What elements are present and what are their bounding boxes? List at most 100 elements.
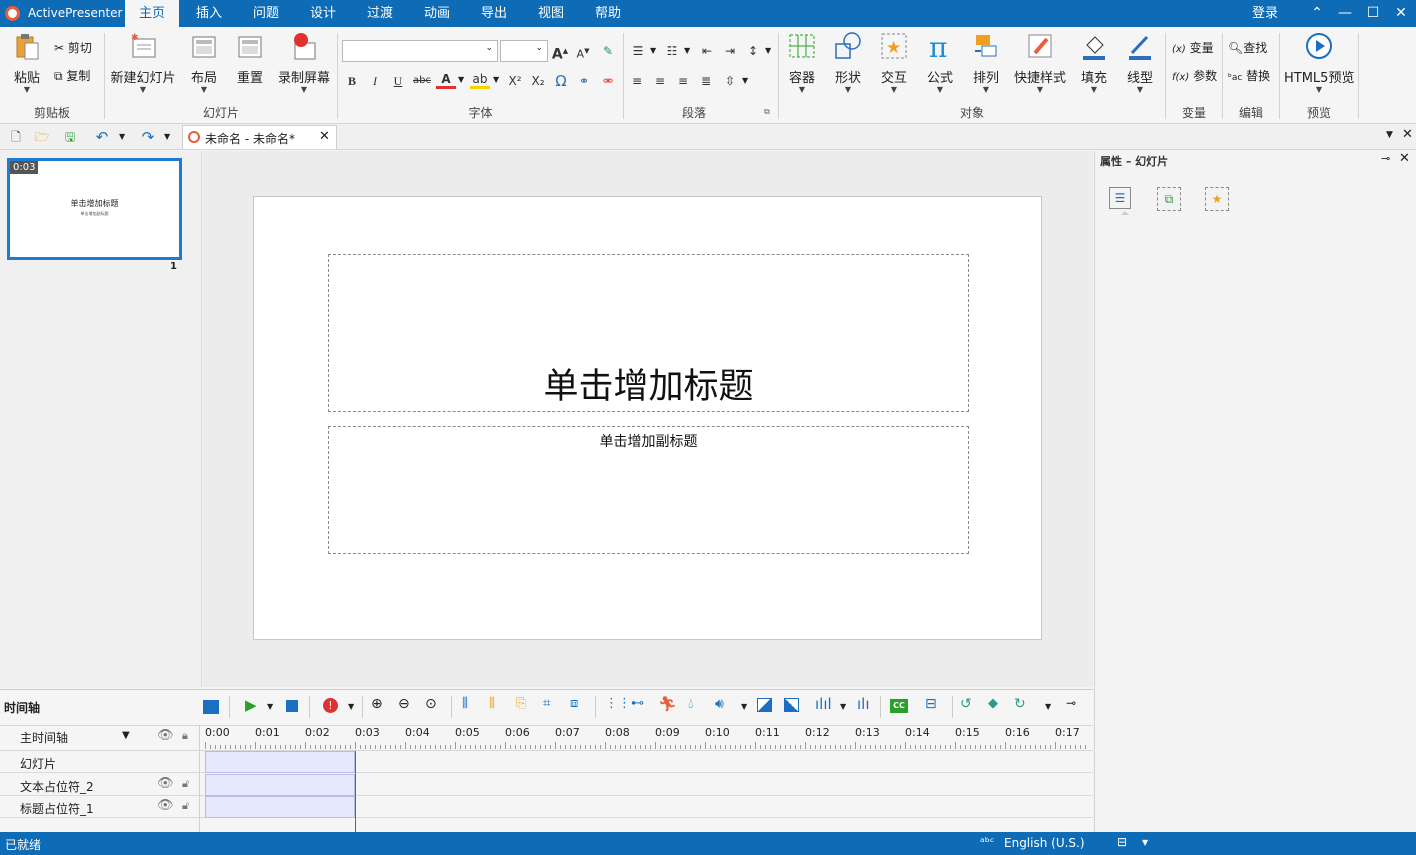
new-slide-button[interactable]: ✱ 新建幻灯片 ▼: [108, 31, 178, 94]
chevron-down-icon[interactable]: ▼: [348, 702, 354, 711]
copy-button[interactable]: ⧉ 复制: [54, 67, 90, 84]
delete-range-icon[interactable]: ⎘: [516, 696, 526, 711]
subtitle-placeholder[interactable]: 单击增加副标题: [328, 426, 969, 554]
chevron-down-icon[interactable]: ▼: [119, 132, 125, 141]
spellcheck-icon[interactable]: ᵃᵇᶜ: [980, 835, 994, 849]
rotate-icon[interactable]: ↺: [960, 696, 972, 712]
chevron-down-icon[interactable]: ▼: [741, 702, 747, 711]
unlock-icon[interactable]: 🔓︎: [182, 777, 189, 791]
superscript-button[interactable]: X²: [505, 71, 525, 91]
undo-icon[interactable]: ↶: [92, 127, 112, 147]
tab-home[interactable]: 主页: [125, 0, 179, 27]
collapse-ribbon-icon[interactable]: ⌃: [1303, 0, 1331, 27]
tab-animations[interactable]: 动画: [409, 0, 465, 27]
track-clip[interactable]: [205, 751, 355, 773]
font-size-combo[interactable]: ⌄: [500, 40, 548, 62]
fill-button[interactable]: 填充 ▼: [1075, 31, 1113, 94]
tab-export[interactable]: 导出: [466, 0, 522, 27]
chevron-down-icon[interactable]: ▼: [493, 75, 499, 84]
justify-icon[interactable]: ≣: [696, 71, 716, 91]
close-tab-icon[interactable]: ✕: [319, 129, 330, 144]
chevron-down-icon[interactable]: ▼: [1045, 702, 1051, 711]
unlock-icon[interactable]: 🔓︎: [182, 799, 189, 813]
layout-button[interactable]: 布局 ▼: [186, 31, 222, 94]
timeline-select-chevron-icon[interactable]: ▼: [122, 730, 130, 741]
tab-help[interactable]: 帮助: [580, 0, 636, 27]
shrink-font-icon[interactable]: A▼: [573, 41, 593, 61]
align-left-icon[interactable]: ≡: [627, 71, 647, 91]
chevron-down-icon[interactable]: ▼: [765, 46, 771, 55]
zoom-fit-icon[interactable]: ⊙: [425, 696, 437, 712]
close-window-icon[interactable]: ✕: [1387, 0, 1415, 27]
title-placeholder[interactable]: 单击增加标题: [328, 254, 969, 412]
bullets-icon[interactable]: ☰: [628, 41, 648, 61]
volume-icon[interactable]: 🔊︎: [715, 696, 724, 712]
dialog-launcher-icon[interactable]: ⧉: [764, 107, 770, 117]
keyframe-loop-icon[interactable]: ↻: [1014, 696, 1026, 712]
timeline-ruler[interactable]: 0:00 0:01 0:02 0:03 0:04 0:05 0:06 0:07 0:08 0:09…: [200, 726, 1093, 750]
fade-out-icon[interactable]: [784, 698, 799, 712]
timeline-mode-icon[interactable]: [203, 700, 219, 714]
container-button[interactable]: 容器 ▼: [783, 31, 821, 94]
chevron-down-icon[interactable]: ▼: [1142, 838, 1148, 847]
chevron-down-icon[interactable]: ▼: [267, 702, 273, 711]
closed-caption-icon[interactable]: CC: [890, 699, 908, 713]
lock-icon[interactable]: 🔒︎: [182, 729, 188, 743]
fade-in-icon[interactable]: [757, 698, 772, 712]
paste-button[interactable]: 粘贴 ▼: [8, 31, 46, 94]
open-folder-icon[interactable]: 🗁: [32, 127, 52, 147]
interaction-button[interactable]: ★ 交互 ▼: [875, 31, 913, 94]
line-style-button[interactable]: 线型 ▼: [1121, 31, 1159, 94]
close-doc-icon[interactable]: ✕: [1402, 127, 1413, 142]
track-clip[interactable]: [205, 774, 355, 796]
link-icon[interactable]: ⚭: [574, 71, 594, 91]
eye-icon[interactable]: 👁︎: [157, 776, 174, 791]
tab-questions[interactable]: 问题: [238, 0, 294, 27]
play-icon[interactable]: ▶: [245, 696, 257, 714]
timeline-pin-icon[interactable]: ⊸: [1066, 696, 1076, 710]
cut-button[interactable]: ✂ 剪切: [54, 39, 92, 56]
parameter-button[interactable]: f(x) 参数: [1172, 67, 1217, 84]
tab-design[interactable]: 设计: [295, 0, 351, 27]
audio-normalize-icon[interactable]: ılı: [857, 695, 870, 713]
record-alert-icon[interactable]: !: [323, 698, 338, 713]
redo-icon[interactable]: ↷: [138, 127, 158, 147]
align-center-icon[interactable]: ≡: [650, 71, 670, 91]
slide-properties-icon[interactable]: ☰: [1109, 187, 1131, 209]
strikethrough-button[interactable]: abc: [410, 71, 434, 91]
chevron-down-icon[interactable]: ▼: [164, 132, 170, 141]
language-indicator[interactable]: English (U.S.): [1004, 836, 1085, 850]
save-icon[interactable]: 🖫: [60, 127, 80, 147]
cut-range-icon[interactable]: ⊷: [631, 696, 644, 711]
blur-drop-icon[interactable]: 💧︎: [688, 696, 694, 712]
underline-button[interactable]: U: [388, 71, 408, 91]
font-color-icon[interactable]: A: [436, 71, 456, 89]
timeline-row-slide[interactable]: 幻灯片: [0, 751, 1093, 773]
new-document-icon[interactable]: 🗋: [6, 127, 26, 147]
timeline-split-view-icon[interactable]: ⊟: [925, 696, 937, 712]
numbering-icon[interactable]: ☷: [662, 41, 682, 61]
slide-thumbnail[interactable]: 0:03 单击增加标题 单击增加副标题: [7, 158, 182, 260]
unlink-icon[interactable]: ⚮: [598, 71, 618, 91]
subscript-button[interactable]: X₂: [528, 71, 548, 91]
timeline-row-text-placeholder[interactable]: 文本占位符_2 👁︎ 🔓︎: [0, 774, 1093, 796]
size-position-icon[interactable]: ⧉: [1157, 187, 1181, 211]
login-button[interactable]: 登录: [1240, 0, 1290, 27]
chevron-down-icon[interactable]: ▼: [650, 46, 656, 55]
split-icon[interactable]: ⧈: [570, 696, 578, 711]
html5-preview-button[interactable]: HTML5预览 ▼: [1284, 31, 1354, 94]
clear-format-icon[interactable]: ✎: [598, 41, 618, 61]
eye-icon[interactable]: 👁︎: [157, 798, 174, 813]
eye-icon[interactable]: 👁︎: [157, 728, 174, 743]
audio-levels-icon[interactable]: ılıl: [815, 695, 832, 713]
font-family-combo[interactable]: ⌄: [342, 40, 498, 62]
chevron-down-icon[interactable]: ▼: [458, 75, 464, 84]
chevron-down-icon[interactable]: ▼: [684, 46, 690, 55]
select-range-icon[interactable]: ⫼: [489, 696, 495, 711]
record-screen-button[interactable]: 录制屏幕 ▼: [276, 31, 332, 94]
highlight-icon[interactable]: ab: [470, 71, 490, 89]
bold-button[interactable]: B: [342, 71, 362, 91]
line-spacing-icon[interactable]: ↕: [743, 41, 763, 61]
timeline-row-title-placeholder[interactable]: 标题占位符_1 👁︎ 🔓︎: [0, 796, 1093, 818]
formula-button[interactable]: π 公式 ▼: [921, 31, 959, 94]
